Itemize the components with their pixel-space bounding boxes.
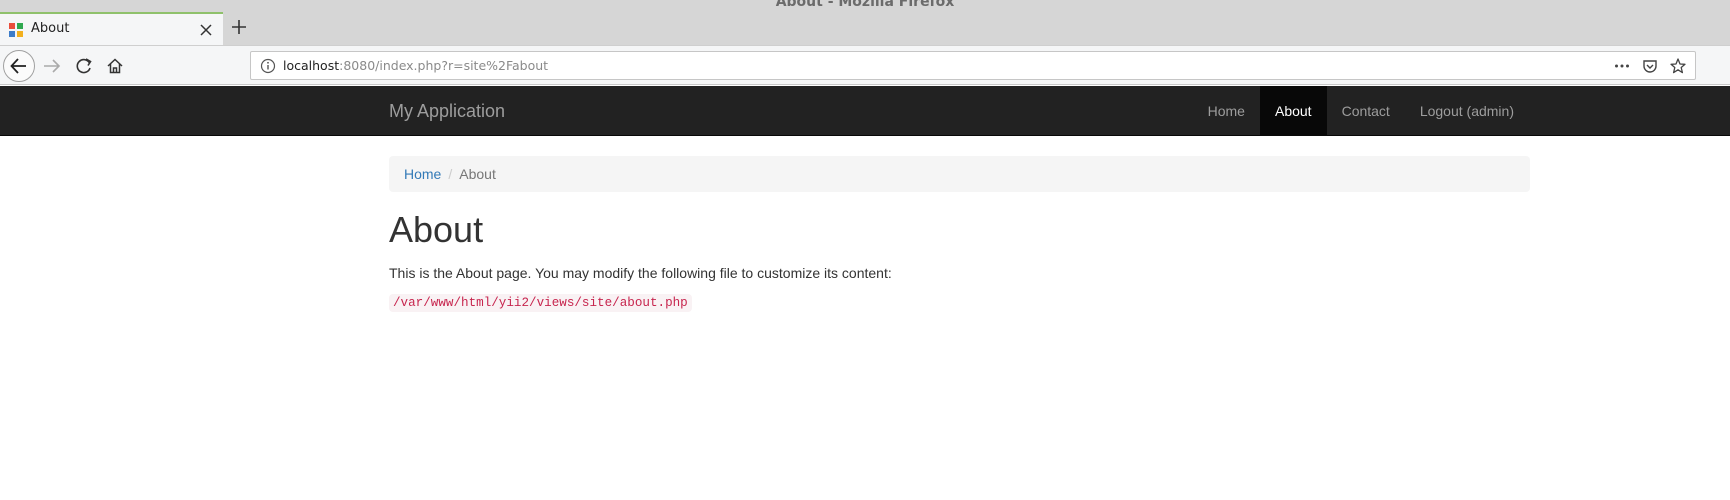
more-icon[interactable] (1613, 57, 1631, 75)
intro-text: This is the About page. You may modify t… (389, 264, 892, 281)
url-text[interactable]: localhost:8080/index.php?r=site%2Fabout (283, 58, 548, 73)
file-path-code: /var/www/html/yii2/views/site/about.php (389, 293, 692, 312)
nav-item-home[interactable]: Home (1193, 86, 1260, 136)
back-arrow-icon[interactable] (3, 50, 35, 82)
url-host: localhost (283, 58, 340, 73)
page-title: About (389, 209, 484, 250)
url-actions (1613, 57, 1687, 75)
browser-toolbar: localhost:8080/index.php?r=site%2Fabout (0, 45, 1730, 85)
forward-arrow-icon[interactable] (38, 52, 66, 80)
nav-menu: Home About Contact Logout (admin) (1193, 86, 1529, 136)
browser-tab[interactable]: About (0, 12, 223, 45)
yii-favicon-icon (9, 23, 23, 37)
tab-title: About (31, 21, 70, 36)
breadcrumb-current: About (459, 166, 496, 182)
nav-item-logout[interactable]: Logout (admin) (1405, 86, 1529, 136)
brand-link[interactable]: My Application (389, 101, 505, 122)
info-icon[interactable] (260, 58, 276, 74)
nav-item-about[interactable]: About (1259, 86, 1327, 136)
pocket-icon[interactable] (1641, 57, 1659, 75)
main-content: Home / About About This is the About pag… (389, 156, 1530, 312)
breadcrumb-separator: / (448, 166, 453, 182)
close-icon[interactable] (199, 22, 213, 36)
browser-titlebar: About - Mozilla Firefox About (0, 0, 1730, 45)
nav-item-contact[interactable]: Contact (1327, 86, 1405, 136)
url-bar[interactable]: localhost:8080/index.php?r=site%2Fabout (250, 51, 1696, 80)
breadcrumb-home-link[interactable]: Home (404, 166, 441, 182)
plus-icon[interactable] (229, 17, 249, 37)
home-icon[interactable] (101, 52, 129, 80)
reload-icon[interactable] (70, 52, 98, 80)
star-icon[interactable] (1669, 57, 1687, 75)
url-path: :8080/index.php?r=site%2Fabout (339, 58, 549, 73)
app-navbar: My Application Home About Contact Logout… (0, 86, 1730, 136)
window-title: About - Mozilla Firefox (775, 0, 955, 10)
breadcrumb: Home / About (389, 156, 1530, 192)
